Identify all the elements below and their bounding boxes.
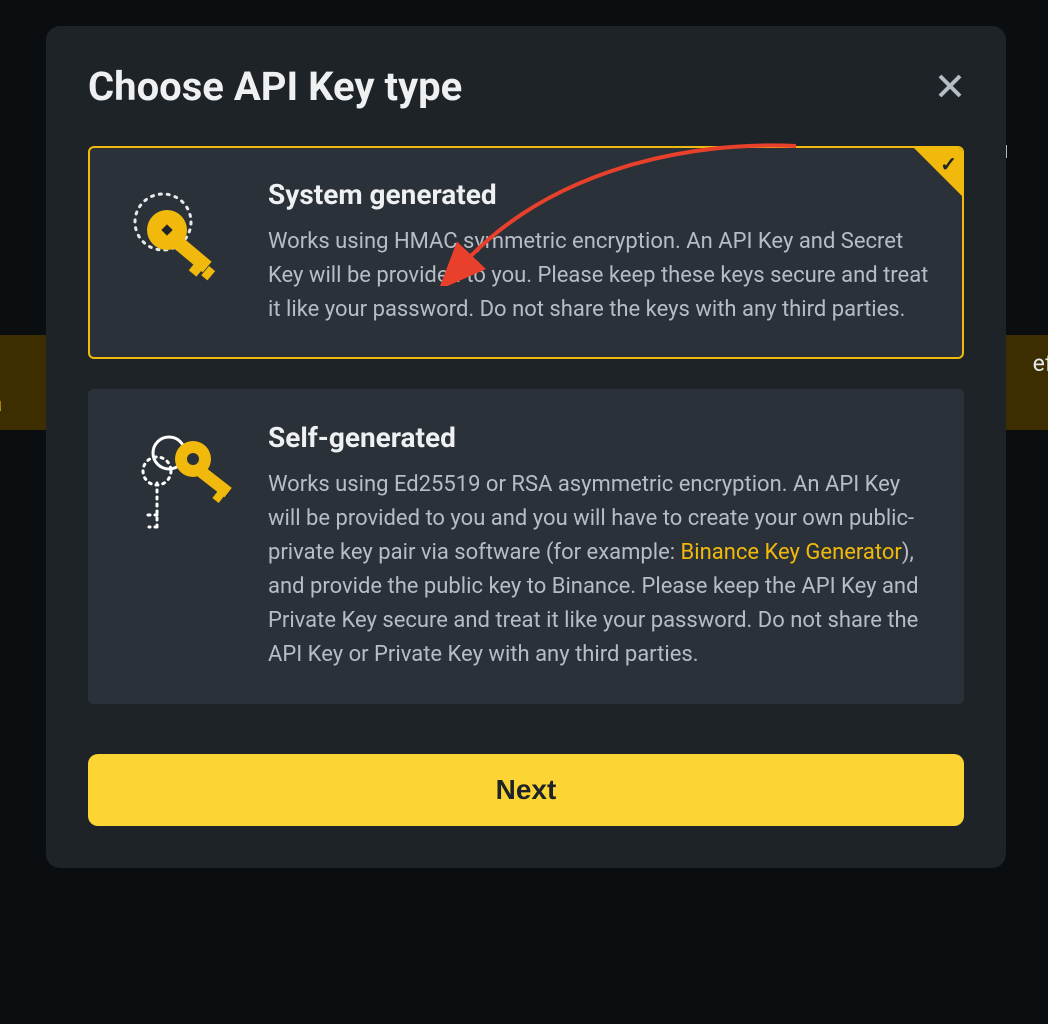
close-button[interactable] [936,72,964,100]
close-icon [936,72,964,100]
check-icon: ✓ [940,152,957,176]
option-title: Self-generated [268,421,932,454]
option-system-generated[interactable]: ✓ System generated Works using HMAC symm… [88,146,964,359]
option-title: System generated [268,178,932,211]
option-icon-col [120,421,240,672]
option-description: Works using HMAC symmetric encryption. A… [268,225,932,327]
option-self-generated[interactable]: Self-generated Works using Ed25519 or RS… [88,389,964,704]
option-icon-col [120,178,240,327]
key-icon [125,184,235,294]
keys-icon [125,427,235,547]
next-button[interactable]: Next [88,754,964,826]
modal-header: Choose API Key type [88,26,964,146]
option-description: Works using Ed25519 or RSA asymmetric en… [268,468,932,672]
api-key-type-modal: Choose API Key type ✓ [46,26,1006,868]
modal-title: Choose API Key type [88,63,462,110]
binance-key-generator-link[interactable]: Binance Key Generator [681,540,902,565]
